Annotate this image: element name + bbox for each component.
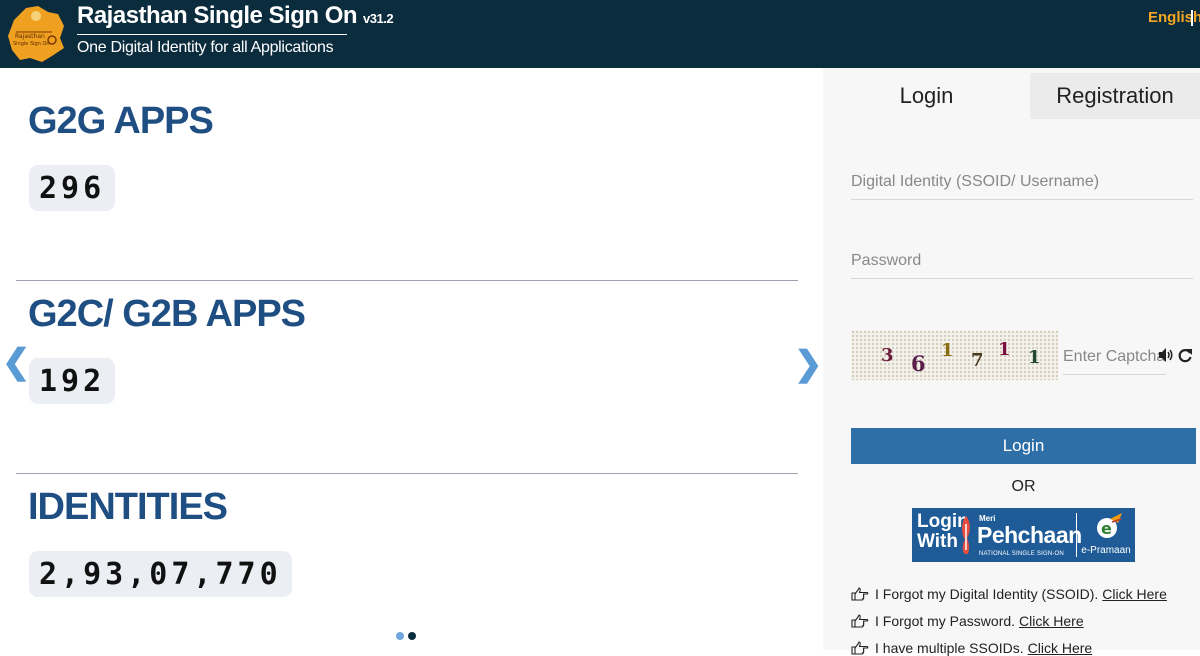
app-title: Rajasthan Single Sign On v31.2	[77, 2, 394, 30]
pointing-hand-icon	[851, 614, 869, 628]
or-separator: OR	[1011, 478, 1036, 495]
forgot-password-link[interactable]: Click Here	[1019, 613, 1084, 629]
pointing-hand-icon	[851, 641, 869, 655]
app-version: v31.2	[363, 11, 394, 26]
carousel-dot[interactable]	[396, 632, 404, 640]
login-panel: Login Registration 3 6 1 7 1 1 Login OR …	[823, 68, 1200, 656]
g2c-g2b-apps-title: G2C/ G2B APPS	[28, 293, 306, 335]
password-input[interactable]	[851, 243, 1193, 279]
captcha-char: 1	[941, 340, 954, 361]
multiple-ssoid-link[interactable]: Click Here	[1028, 640, 1093, 656]
login-button[interactable]: Login	[851, 428, 1196, 464]
captcha-char: 7	[971, 350, 984, 371]
forgot-ssoid-text: I Forgot my Digital Identity (SSOID).	[875, 586, 1099, 602]
g2g-apps-title: G2G APPS	[28, 100, 214, 142]
ssoid-input[interactable]	[851, 164, 1193, 200]
forgot-ssoid-link[interactable]: Click Here	[1102, 586, 1167, 602]
refresh-icon[interactable]	[1177, 347, 1193, 363]
svg-text:Single Sign On: Single Sign On	[13, 41, 50, 47]
forgot-password-row: I Forgot my Password. Click Here	[851, 613, 1084, 629]
pehchaan-with-word: With	[917, 531, 958, 552]
g2g-apps-count: 296	[29, 165, 116, 211]
captcha-char: 1	[998, 339, 1011, 360]
captcha-char: 3	[881, 345, 894, 366]
meri-pehchaan-login-button[interactable]: Login With Meri Pehchaan NATIONAL SINGLE …	[912, 508, 1135, 562]
captcha-image: 3 6 1 7 1 1	[851, 330, 1058, 380]
epramaan-label: e-Pramaan	[1081, 545, 1131, 556]
forgot-password-text: I Forgot my Password.	[875, 613, 1016, 629]
multiple-ssoid-text: I have multiple SSOIDs.	[875, 640, 1024, 656]
pehchaan-separator	[1076, 513, 1077, 557]
pehchaan-figure-icon	[962, 516, 970, 554]
svg-text:Rajasthan: Rajasthan	[15, 33, 45, 40]
identities-count: 2,93,07,770	[29, 551, 292, 597]
captcha-input[interactable]	[1063, 339, 1166, 375]
identities-title: IDENTITIES	[28, 486, 228, 528]
pehchaan-tagline: NATIONAL SINGLE SIGN-ON	[979, 551, 1064, 557]
app-title-text: Rajasthan Single Sign On	[77, 2, 358, 29]
pointing-hand-icon	[851, 587, 869, 601]
carousel-dots	[396, 632, 416, 640]
epramaan-logo-icon: e	[1097, 513, 1122, 538]
carousel-prev-arrow-icon[interactable]: ❮	[2, 345, 31, 379]
top-header: Rajasthan Single Sign On Rajasthan Singl…	[0, 0, 1200, 68]
tab-registration[interactable]: Registration	[1030, 73, 1200, 119]
forgot-ssoid-row: I Forgot my Digital Identity (SSOID). Cl…	[851, 586, 1167, 602]
tab-login[interactable]: Login	[823, 73, 1030, 119]
speaker-icon[interactable]	[1158, 347, 1174, 363]
app-subtitle: One Digital Identity for all Application…	[77, 39, 334, 56]
carousel-dot-active[interactable]	[408, 632, 416, 640]
carousel-next-arrow-icon[interactable]: ❯	[794, 347, 823, 381]
captcha-char: 1	[1028, 347, 1041, 368]
g2c-g2b-apps-count: 192	[29, 358, 116, 404]
rajsso-logo[interactable]: Rajasthan Single Sign On	[4, 2, 68, 64]
pehchaan-brand: Pehchaan	[977, 522, 1082, 548]
svg-text:e: e	[1101, 519, 1112, 538]
title-underline	[77, 34, 347, 35]
multiple-ssoid-row: I have multiple SSOIDs. Click Here	[851, 640, 1092, 656]
captcha-char: 6	[911, 351, 926, 376]
stats-divider	[16, 473, 798, 474]
stats-carousel: G2G APPS 296 G2C/ G2B APPS 192 IDENTITIE…	[0, 68, 823, 650]
language-separator	[1191, 10, 1193, 26]
stats-divider	[16, 280, 798, 281]
